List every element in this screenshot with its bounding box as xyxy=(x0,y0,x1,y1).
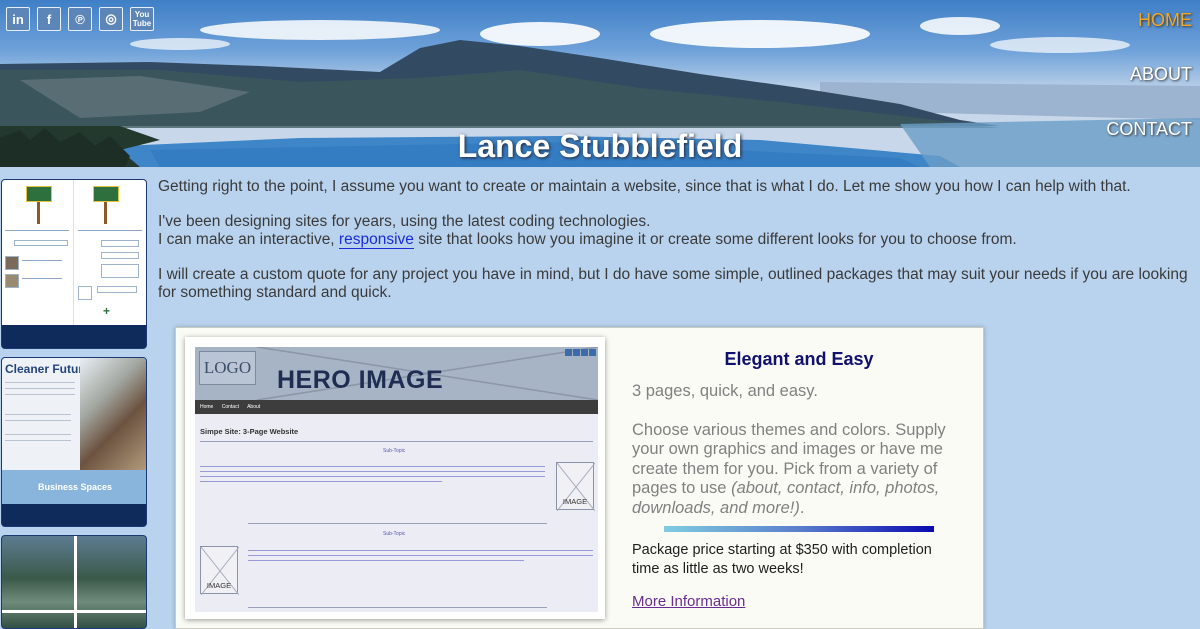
linkedin-icon[interactable]: in xyxy=(6,7,30,31)
form-field xyxy=(78,286,92,300)
office-photo xyxy=(80,358,146,470)
social-links: in f ℗ ◎ You Tube xyxy=(6,7,154,31)
site-title: Lance Stubblefield xyxy=(457,128,743,164)
preview-text-line xyxy=(5,440,71,441)
cleaner-future-preview: Cleaner Future xyxy=(2,358,146,470)
gradient-divider xyxy=(664,526,934,532)
website-mockup: LOGO HERO IMAGE Home Contact About Simpe… xyxy=(185,337,605,619)
package-title: Elegant and Easy xyxy=(724,349,874,369)
portfolio-thumb-photos[interactable] xyxy=(1,535,147,629)
sign-post xyxy=(104,202,107,224)
form-field xyxy=(101,252,139,259)
sign-graphic xyxy=(26,186,52,202)
more-information-link[interactable]: More Information xyxy=(632,593,745,610)
social-icon xyxy=(589,349,596,356)
package-tagline: 3 pages, quick, and easy. xyxy=(632,382,818,400)
package-details: Choose various themes and colors. Supply… xyxy=(632,421,962,519)
sign-graphic xyxy=(93,186,119,202)
package-description: 3 pages, quick, and easy. Choose various… xyxy=(632,382,962,537)
add-icon: + xyxy=(103,304,111,318)
preview-column-left xyxy=(2,180,74,325)
intro-line: I can make an interactive, xyxy=(158,231,339,248)
mockup-page: LOGO HERO IMAGE Home Contact About Simpe… xyxy=(195,347,598,612)
preview-text-line xyxy=(5,414,71,415)
hero-banner: in f ℗ ◎ You Tube Lance Stubblefield HOM… xyxy=(0,0,1200,167)
mockup-page-title: Simpe Site: 3-Page Website xyxy=(200,427,299,436)
package-price: Package price starting at $350 with comp… xyxy=(632,542,932,577)
collage-divider xyxy=(74,536,77,628)
divider xyxy=(78,230,142,231)
thumb-band-label: Business Spaces xyxy=(2,470,146,504)
youtube-icon-label-2: Tube xyxy=(132,19,152,28)
mockup-image-placeholder: IMAGE xyxy=(556,462,595,511)
portfolio-thumb-realestate[interactable]: + xyxy=(1,179,147,349)
image-label: IMAGE xyxy=(206,581,232,590)
youtube-icon-label: You xyxy=(134,10,150,19)
mockup-nav: Home Contact About xyxy=(195,400,598,414)
nav-contact[interactable]: CONTACT xyxy=(1106,119,1192,140)
mockup-subtopic: Sub-Topic xyxy=(383,448,406,454)
intro-paragraph-3: I will create a custom quote for any pro… xyxy=(158,266,1188,301)
intro-text: Getting right to the point, I assume you… xyxy=(158,178,1188,319)
mockup-paragraph xyxy=(200,464,545,486)
listing-text xyxy=(22,278,62,279)
mockup-divider xyxy=(200,441,593,442)
divider xyxy=(5,230,69,231)
preview-text-line xyxy=(5,394,75,395)
search-box xyxy=(14,240,68,246)
facebook-icon[interactable]: f xyxy=(37,7,61,31)
mockup-subtopic: Sub-Topic xyxy=(383,531,406,537)
preview-text-line xyxy=(5,420,71,421)
main-nav: HOME ABOUT CONTACT xyxy=(1106,10,1192,140)
listing-photo xyxy=(5,256,19,270)
preview-text-line xyxy=(5,434,71,435)
mockup-divider xyxy=(248,607,547,608)
form-field xyxy=(97,286,137,293)
pinterest-icon[interactable]: ℗ xyxy=(68,7,92,31)
intro-paragraph-2: I've been designing sites for years, usi… xyxy=(158,213,1188,249)
listing-photo xyxy=(5,274,19,288)
mockup-nav-item: Home xyxy=(200,404,214,410)
image-label: IMAGE xyxy=(562,497,588,506)
package-card: LOGO HERO IMAGE Home Contact About Simpe… xyxy=(175,327,984,629)
listing-text xyxy=(22,260,62,261)
sign-post xyxy=(37,202,40,224)
instagram-icon[interactable]: ◎ xyxy=(99,7,123,31)
preview-column-right: + xyxy=(75,180,146,325)
social-icon xyxy=(565,349,572,356)
mockup-divider xyxy=(248,523,547,524)
thumb-heading: Cleaner Future xyxy=(5,362,90,376)
mockup-hero-label: HERO IMAGE xyxy=(277,366,444,394)
responsive-link[interactable]: responsive xyxy=(338,231,414,249)
collage-divider xyxy=(2,610,146,613)
nav-about[interactable]: ABOUT xyxy=(1106,64,1192,85)
mockup-logo: LOGO xyxy=(199,351,256,385)
mockup-social-icons xyxy=(565,349,596,356)
mockup-image-placeholder: IMAGE xyxy=(200,546,239,595)
intro-line: site that looks how you imagine it or cr… xyxy=(413,231,1017,248)
youtube-icon[interactable]: You Tube xyxy=(130,7,154,31)
form-field xyxy=(101,240,139,247)
preview-text-line xyxy=(5,382,75,383)
social-icon xyxy=(573,349,580,356)
mockup-nav-item: About xyxy=(247,404,261,410)
intro-line: I've been designing sites for years, usi… xyxy=(158,213,651,230)
mockup-nav-item: Contact xyxy=(221,404,239,410)
nav-home[interactable]: HOME xyxy=(1106,10,1192,31)
package-details-end: . xyxy=(799,498,805,517)
portfolio-thumb-cleaner-future[interactable]: Cleaner Future Business Spaces xyxy=(1,357,147,527)
intro-paragraph-1: Getting right to the point, I assume you… xyxy=(158,178,1131,195)
mockup-hero: LOGO HERO IMAGE xyxy=(195,347,598,400)
preview-text-line xyxy=(5,388,75,389)
form-field xyxy=(101,264,139,278)
realestate-preview: + xyxy=(2,180,146,325)
social-icon xyxy=(581,349,588,356)
mockup-paragraph xyxy=(248,548,593,565)
